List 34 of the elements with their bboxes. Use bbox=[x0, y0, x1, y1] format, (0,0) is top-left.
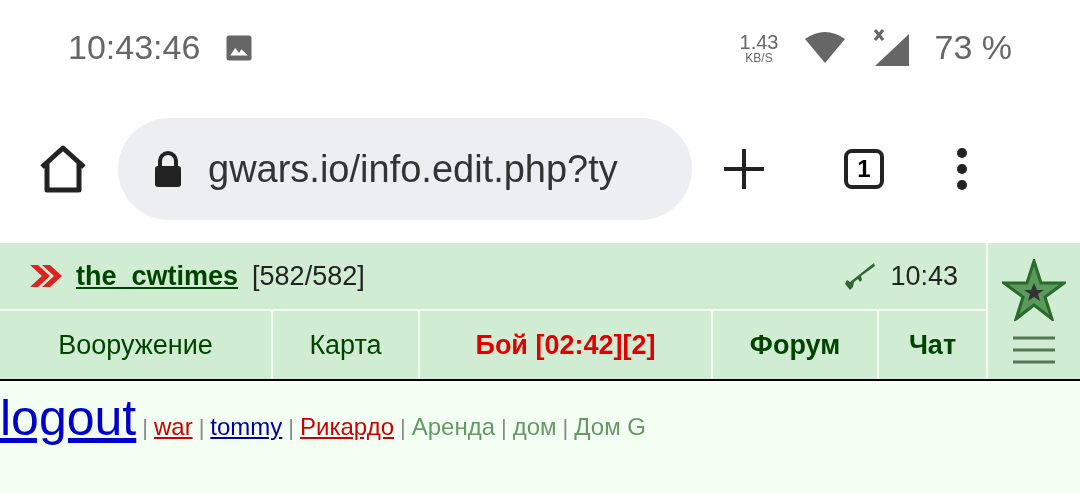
plus-icon[interactable] bbox=[722, 147, 766, 191]
battery-percent: 73 % bbox=[934, 28, 1012, 67]
separator: | bbox=[288, 415, 295, 441]
address-bar[interactable]: gwars.io/info.edit.php?ty bbox=[118, 118, 692, 220]
nav-link[interactable]: war bbox=[153, 413, 193, 441]
lock-icon bbox=[154, 151, 182, 187]
menu-icon[interactable] bbox=[956, 147, 968, 191]
home-icon[interactable] bbox=[38, 145, 88, 193]
nav-link[interactable]: Вооружение bbox=[0, 311, 273, 379]
nav-link[interactable]: tommy bbox=[210, 413, 283, 441]
place-label: Аренда bbox=[411, 413, 496, 441]
place-label: дом bbox=[512, 413, 557, 441]
wifi-icon bbox=[802, 30, 847, 65]
double-chevron-icon bbox=[28, 263, 62, 289]
nav-link[interactable]: logout bbox=[0, 389, 137, 447]
separator: | bbox=[198, 415, 205, 441]
separator: | bbox=[562, 415, 569, 441]
player-link[interactable]: the_cwtimes bbox=[76, 260, 239, 292]
hamburger-icon[interactable] bbox=[1013, 335, 1055, 364]
separator: | bbox=[400, 415, 406, 441]
nav-link[interactable]: Чат bbox=[879, 311, 986, 379]
tabs-button[interactable]: 1 bbox=[844, 149, 884, 189]
nav-link[interactable]: Форум bbox=[713, 311, 879, 379]
star-icon[interactable] bbox=[1002, 258, 1066, 321]
separator: | bbox=[142, 415, 148, 441]
separator: | bbox=[501, 415, 507, 441]
nav-link[interactable]: Рикардо bbox=[300, 413, 394, 441]
status-time: 10:43:46 bbox=[68, 28, 201, 67]
network-speed: 1.43 KB/S bbox=[739, 31, 779, 64]
place-label: Дом G bbox=[574, 413, 647, 441]
health-text: [582/582] bbox=[252, 260, 365, 292]
nav-link[interactable]: Бой [02:42][2] bbox=[420, 311, 713, 379]
game-clock: 10:43 bbox=[890, 260, 958, 292]
nav-link[interactable]: Карта bbox=[273, 311, 420, 379]
